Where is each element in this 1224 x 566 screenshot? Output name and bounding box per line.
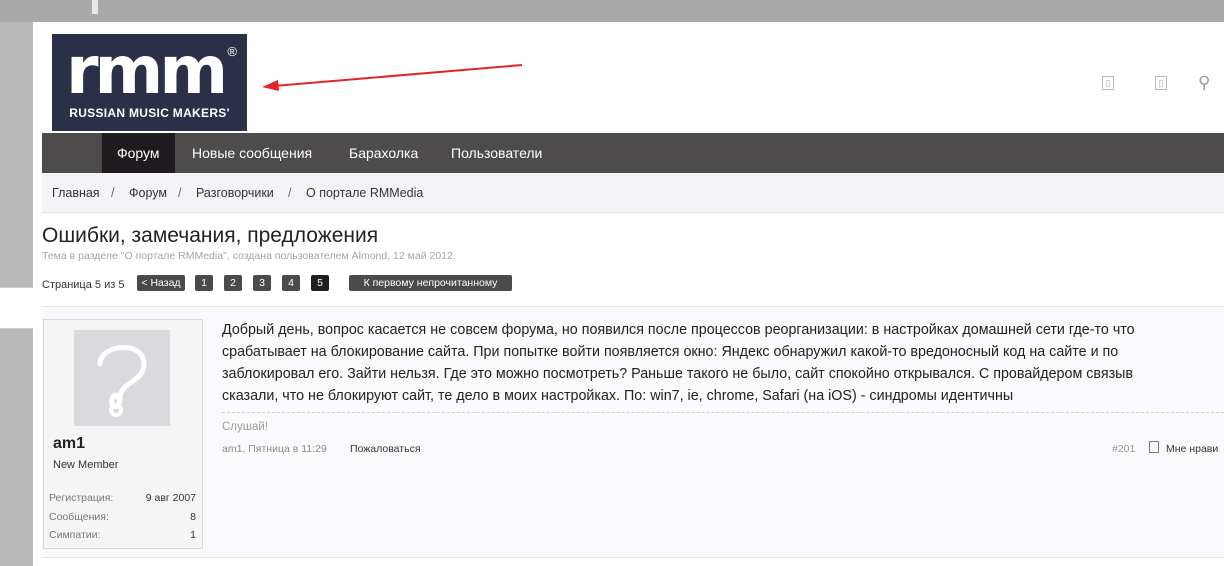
- breadcrumb-separator: /: [178, 186, 182, 200]
- post-number[interactable]: #201: [1112, 443, 1135, 455]
- site-logo[interactable]: rmm ® RUSSIAN MUSIC MAKERS': [52, 34, 247, 131]
- post-line: сказали, что не блокируют сайт, те дело …: [222, 388, 1014, 404]
- registered-mark: ®: [227, 44, 237, 59]
- top-notch: [92, 0, 98, 14]
- avatar[interactable]: [74, 330, 170, 426]
- logo-tagline: RUSSIAN MUSIC MAKERS': [69, 106, 230, 120]
- pager-page-2[interactable]: 2: [224, 275, 242, 291]
- avatar-placeholder-icon: [97, 345, 147, 417]
- signature-divider: [222, 412, 1224, 413]
- post-body: Добрый день, вопрос касается не совсем ф…: [222, 319, 1224, 407]
- username[interactable]: am1: [53, 435, 85, 453]
- stat-value-likes: 1: [190, 529, 196, 541]
- breadcrumb: Главная / Форум / Разговорчики / О порта…: [42, 173, 1224, 213]
- stat-label-messages: Сообщения:: [49, 511, 109, 523]
- side-tab[interactable]: [0, 287, 36, 329]
- logo-mark: rmm: [66, 32, 228, 109]
- nav-item-new-posts[interactable]: Новые сообщения: [177, 133, 327, 173]
- doc-icon[interactable]: ▯: [1102, 76, 1114, 90]
- divider: [42, 557, 1224, 558]
- signature: Слушай!: [222, 421, 269, 433]
- breadcrumb-current[interactable]: О портале RMMedia: [306, 186, 423, 200]
- breadcrumb-separator: /: [288, 186, 292, 200]
- pager-page-3[interactable]: 3: [253, 275, 271, 291]
- nav-item-members[interactable]: Пользователи: [436, 133, 557, 173]
- pager-page-current[interactable]: 5: [311, 275, 329, 291]
- post-line: срабатывает на блокирование сайта. При п…: [222, 344, 1119, 360]
- breadcrumb-section[interactable]: Разговорчики: [196, 186, 274, 200]
- breadcrumb-home[interactable]: Главная: [52, 186, 100, 200]
- thread-subtitle: Тема в разделе "О портале RMMedia", созд…: [42, 250, 456, 262]
- stat-value-messages: 8: [190, 511, 196, 523]
- stat-value-registration: 9 авг 2007: [145, 492, 196, 504]
- post-line: Добрый день, вопрос касается не совсем ф…: [222, 322, 1135, 338]
- user-card: am1 New Member Регистрация: 9 авг 2007 С…: [43, 319, 203, 549]
- doc-icon[interactable]: ▯: [1155, 76, 1167, 90]
- user-title: New Member: [53, 459, 119, 471]
- browser-top-strip: [0, 0, 1224, 22]
- report-link[interactable]: Пожаловаться: [350, 443, 421, 455]
- stat-label-likes: Симпатии:: [49, 529, 101, 541]
- search-icon[interactable]: ⚲: [1198, 73, 1210, 93]
- pager-prev-button[interactable]: < Назад: [137, 275, 185, 291]
- stat-label-registration: Регистрация:: [49, 492, 114, 504]
- like-link[interactable]: Мне нрави: [1166, 443, 1218, 455]
- forum-page: rmm ® RUSSIAN MUSIC MAKERS' ▯ ▯ ⚲ Форум …: [33, 22, 1224, 566]
- main-nav: Форум Новые сообщения Барахолка Пользова…: [42, 133, 1224, 173]
- first-unread-button[interactable]: К первому непрочитанному: [349, 275, 512, 291]
- like-icon[interactable]: [1149, 441, 1159, 453]
- breadcrumb-forum[interactable]: Форум: [129, 186, 167, 200]
- pager-page-4[interactable]: 4: [282, 275, 300, 291]
- post-meta[interactable]: am1, Пятница в 11:29: [222, 443, 327, 455]
- nav-item-forum[interactable]: Форум: [102, 133, 175, 173]
- nav-item-market[interactable]: Барахолка: [334, 133, 433, 173]
- post-line: заблокировал его. Зайти нельзя. Где это …: [222, 366, 1133, 382]
- pager-page-1[interactable]: 1: [195, 275, 213, 291]
- pager-label: Страница 5 из 5: [42, 279, 125, 291]
- breadcrumb-separator: /: [111, 186, 115, 200]
- annotation-arrow-icon: [262, 64, 523, 91]
- page-title: Ошибки, замечания, предложения: [42, 224, 379, 247]
